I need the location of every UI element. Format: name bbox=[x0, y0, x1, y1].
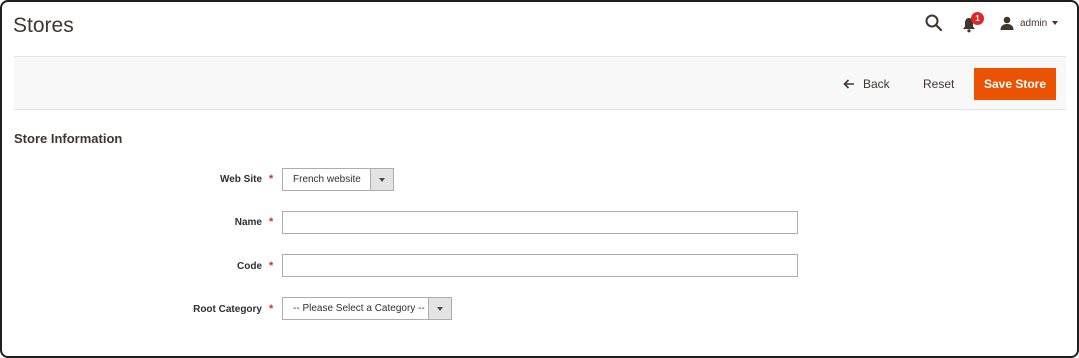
notifications-button[interactable]: 1 bbox=[962, 12, 986, 34]
name-input[interactable] bbox=[282, 211, 798, 234]
required-marker: * bbox=[269, 260, 274, 272]
website-select-value: French website bbox=[293, 174, 361, 185]
page-actions-bar: Back Reset Save Store bbox=[14, 56, 1066, 110]
required-marker: * bbox=[269, 216, 274, 228]
root-category-select[interactable]: -- Please Select a Category -- bbox=[282, 297, 452, 320]
website-select[interactable]: French website bbox=[282, 168, 394, 191]
search-icon bbox=[925, 14, 943, 32]
user-menu[interactable]: admin bbox=[1000, 14, 1059, 32]
required-marker: * bbox=[269, 173, 274, 185]
dropdown-arrow-icon bbox=[370, 169, 393, 190]
code-input[interactable] bbox=[282, 254, 798, 277]
app-window: Stores 1 admin Back Reset Save Store Sto… bbox=[0, 0, 1079, 358]
search-button[interactable] bbox=[924, 13, 944, 33]
arrow-left-icon bbox=[843, 79, 854, 89]
chevron-down-icon bbox=[1052, 21, 1059, 25]
user-name: admin bbox=[1020, 17, 1048, 29]
name-label: Name bbox=[234, 217, 262, 228]
save-store-button[interactable]: Save Store bbox=[974, 68, 1056, 100]
reset-button[interactable]: Reset bbox=[923, 75, 954, 93]
dropdown-arrow-icon bbox=[428, 298, 451, 319]
root-category-label: Root Category bbox=[193, 304, 262, 315]
website-label: Web Site bbox=[219, 174, 262, 185]
back-button[interactable]: Back bbox=[843, 75, 890, 93]
back-button-label: Back bbox=[863, 77, 890, 91]
notification-count-badge: 1 bbox=[971, 12, 984, 25]
code-label: Code bbox=[237, 261, 262, 272]
user-icon bbox=[1000, 16, 1014, 30]
required-marker: * bbox=[269, 303, 274, 315]
page-title: Stores bbox=[13, 14, 74, 37]
root-category-select-value: -- Please Select a Category -- bbox=[293, 303, 425, 314]
section-title: Store Information bbox=[14, 131, 123, 146]
